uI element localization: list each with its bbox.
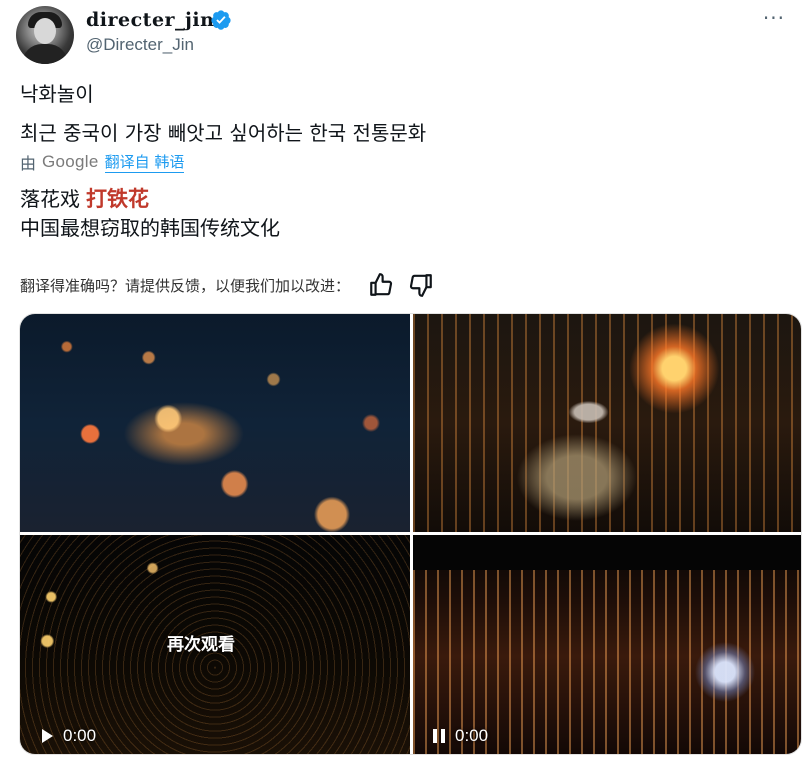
media-video-2[interactable]: 0:00 bbox=[413, 535, 801, 754]
avatar[interactable] bbox=[16, 6, 74, 64]
video-1-controls: 0:00 bbox=[42, 726, 96, 746]
verified-badge-icon bbox=[211, 10, 231, 30]
media-video-1[interactable]: 再次观看 0:00 bbox=[20, 535, 410, 754]
avatar-face bbox=[34, 18, 56, 44]
translated-line-2: 中国最想窃取的韩国传统文化 bbox=[20, 216, 280, 240]
translate-source-link[interactable]: 翻译自 韩语 bbox=[104, 151, 185, 173]
tweet-text-line-1: 낙화놀이 bbox=[20, 82, 94, 106]
media-image-2[interactable] bbox=[413, 314, 801, 532]
translated-line-1-main: 落花戏 bbox=[20, 187, 80, 211]
avatar-body bbox=[22, 44, 68, 64]
video-2-controls: 0:00 bbox=[433, 726, 488, 746]
google-logo: Google bbox=[42, 152, 99, 171]
media-image-1[interactable] bbox=[20, 314, 410, 532]
feedback-question: 翻译得准确吗？请提供反馈，以便我们加以改进： bbox=[20, 276, 351, 295]
play-icon[interactable] bbox=[42, 729, 53, 743]
display-name[interactable]: directer_jin bbox=[86, 9, 214, 31]
thumbs-up-icon[interactable] bbox=[368, 272, 394, 298]
translated-by-prefix: 由 bbox=[20, 154, 37, 173]
more-options-icon[interactable]: ··· bbox=[763, 6, 785, 30]
translated-line-1-highlight: 打铁花 bbox=[86, 187, 149, 211]
thumbs-down-icon[interactable] bbox=[408, 272, 434, 298]
translated-line-1: 落花戏 打铁花 bbox=[20, 183, 149, 213]
user-handle[interactable]: @Directer_Jin bbox=[86, 35, 194, 55]
media-grid: 再次观看 0:00 0:00 bbox=[19, 313, 802, 755]
pause-icon[interactable] bbox=[433, 729, 445, 743]
video-1-time: 0:00 bbox=[63, 726, 97, 745]
video-2-time: 0:00 bbox=[455, 726, 489, 745]
translation-feedback: 翻译得准确吗？请提供反馈，以便我们加以改进： bbox=[20, 272, 448, 298]
translation-attribution: 由 Google 翻译自 韩语 bbox=[20, 150, 185, 174]
replay-label[interactable]: 再次观看 bbox=[167, 630, 235, 655]
tweet-text-line-2: 최근 중국이 가장 빼앗고 싶어하는 한국 전통문화 bbox=[20, 121, 427, 145]
